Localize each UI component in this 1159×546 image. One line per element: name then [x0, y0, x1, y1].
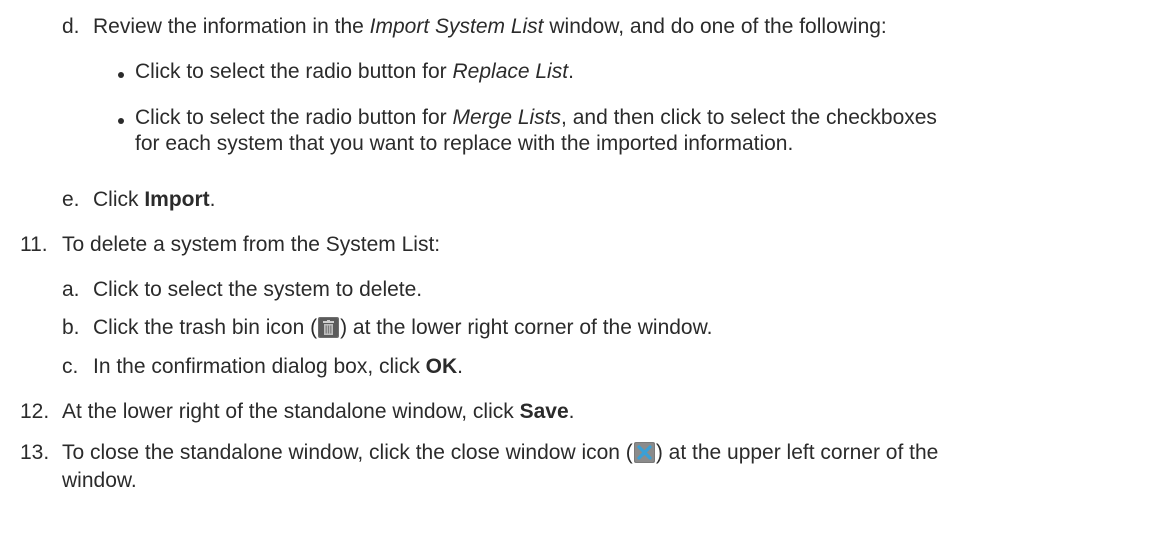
step-11c-text: In the confirmation dialog box, click OK…	[93, 354, 463, 380]
step-11-text: To delete a system from the System List:	[62, 233, 441, 256]
bullet-option-name: Replace List	[452, 60, 569, 83]
step-12-text-part: At the lower right of the standalone win…	[62, 400, 520, 423]
step-11-marker: 11.	[20, 233, 48, 256]
bullet-replace-list: Click to select the radio button for Rep…	[135, 59, 574, 85]
step-d-text-part: window, and do one of the following:	[543, 15, 887, 38]
bullet-merge-lists-line2: for each system that you want to replace…	[135, 132, 794, 155]
step-11c-marker: c.	[62, 355, 79, 378]
step-d-text-part: Review the information in the	[93, 15, 370, 38]
step-11b-text-part: ) at the lower right corner of the windo…	[340, 316, 713, 339]
bullet-option-name: Merge Lists	[452, 106, 562, 129]
step-e-text: Click Import.	[93, 187, 216, 213]
step-12-text: At the lower right of the standalone win…	[62, 399, 574, 425]
step-12-marker: 12.	[20, 400, 50, 423]
bullet-text-part: , and then click to select the checkboxe…	[561, 106, 937, 129]
bullet-text-part: .	[568, 60, 574, 83]
step-11c-button-name: OK	[425, 355, 458, 378]
step-13-text-part: To close the standalone window, click th…	[62, 441, 633, 464]
bullet-text-part: Click to select the radio button for	[135, 106, 453, 129]
bullet-marker	[118, 72, 124, 78]
step-e-marker: e.	[62, 188, 80, 211]
step-e-text-part: Click	[93, 188, 145, 211]
step-d-text: Review the information in the Import Sys…	[93, 14, 887, 40]
step-11c-text-part: .	[457, 355, 464, 378]
bullet-text-part: Click to select the radio button for	[135, 60, 453, 83]
trash-bin-icon	[318, 317, 340, 338]
step-11b-text: Click the trash bin icon ( ) at the lowe…	[93, 315, 712, 341]
step-11b-text-part: Click the trash bin icon (	[93, 316, 318, 339]
step-13-marker: 13.	[20, 441, 50, 464]
step-11a-marker: a.	[62, 278, 80, 301]
step-e-button-name: Import	[144, 188, 210, 211]
close-window-icon	[633, 442, 655, 463]
step-11b-marker: b.	[62, 316, 80, 339]
step-13-text: To close the standalone window, click th…	[62, 440, 938, 466]
step-11c-text-part: In the confirmation dialog box, click	[93, 355, 426, 378]
step-11a-text: Click to select the system to delete.	[93, 278, 423, 301]
step-13-text-part: ) at the upper left corner of the	[655, 441, 939, 464]
step-12-text-part: .	[568, 400, 575, 423]
step-13-text-line2: window.	[62, 469, 137, 492]
bullet-merge-lists: Click to select the radio button for Mer…	[135, 105, 937, 131]
step-d-marker: d.	[62, 15, 80, 38]
step-e-text-part: .	[209, 188, 216, 211]
step-12-button-name: Save	[519, 400, 569, 423]
step-d-window-name: Import System List	[369, 15, 544, 38]
bullet-marker	[118, 118, 124, 124]
